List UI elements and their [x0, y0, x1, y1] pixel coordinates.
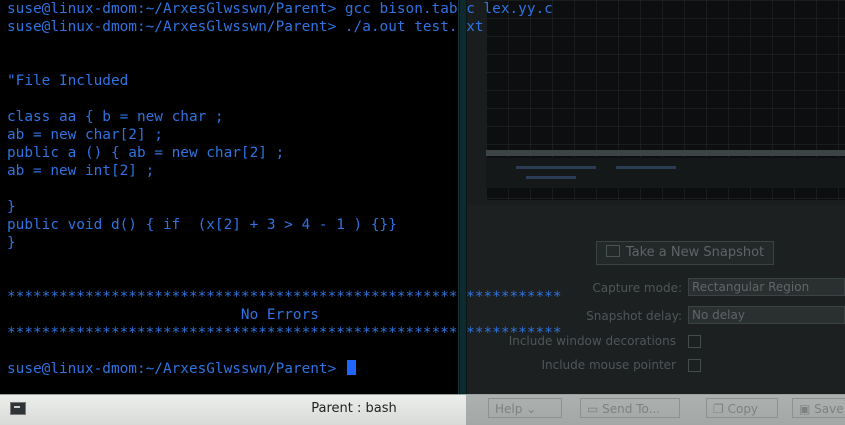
output-text: ****************************************… — [7, 325, 562, 341]
send-to-button[interactable]: ▭ Send To... — [580, 398, 680, 418]
output-text: public a () { ab = new char[2] ; — [7, 145, 285, 161]
terminal-line: public void d() { if (x[2] + 3 > 4 - 1 )… — [7, 216, 562, 234]
terminal-window[interactable]: suse@linux-dmom:~/ArxesGlwsswn/Parent> g… — [0, 0, 562, 394]
output-text: class aa { b = new char ; — [7, 109, 224, 125]
command-text: gcc bison.tab.c lex.yy.c — [336, 1, 553, 17]
scrollbar-thumb[interactable] — [460, 0, 466, 394]
output-text: public void d() { if (x[2] + 3 > 4 - 1 )… — [7, 217, 397, 233]
output-text: ab = new int[2] ; — [7, 163, 155, 179]
terminal-line: } — [7, 198, 562, 216]
terminal-line: suse@linux-dmom:~/ArxesGlwsswn/Parent> .… — [7, 18, 562, 36]
shell-prompt: suse@linux-dmom:~/ArxesGlwsswn/Parent> — [7, 1, 337, 17]
output-text: "File Included — [7, 73, 129, 89]
terminal-line: } — [7, 234, 562, 252]
copy-button[interactable]: ❐ Copy — [706, 398, 778, 418]
terminal-scrollbar[interactable] — [458, 0, 467, 394]
copy-icon: ❐ — [713, 402, 724, 416]
terminal-line: ab = new char[2] ; — [7, 126, 562, 144]
terminal-line: suse@linux-dmom:~/ArxesGlwsswn/Parent> g… — [7, 0, 562, 18]
take-new-snapshot-button[interactable]: Take a New Snapshot — [596, 241, 774, 265]
save-icon: ▣ — [799, 402, 811, 416]
taskbar: Parent : bash Help ⌄ ▭ Send To... ❐ Copy… — [0, 394, 845, 425]
include-pointer-checkbox[interactable] — [688, 359, 701, 372]
terminal-line: public a () { ab = new char[2] ; — [7, 144, 562, 162]
terminal-line: No Errors — [7, 306, 562, 324]
output-text: No Errors — [7, 307, 319, 323]
chevron-down-icon: ⌄ — [526, 402, 537, 416]
shell-prompt: suse@linux-dmom:~/ArxesGlwsswn/Parent> — [7, 361, 337, 377]
send-icon: ▭ — [587, 402, 599, 416]
output-text: ab = new char[2] ; — [7, 127, 163, 143]
help-button[interactable]: Help ⌄ — [488, 398, 562, 418]
terminal-line: ab = new int[2] ; — [7, 162, 562, 180]
terminal-line: "File Included — [7, 72, 562, 90]
terminal-line: ****************************************… — [7, 324, 562, 342]
output-text: ****************************************… — [7, 289, 562, 305]
command-text — [336, 361, 345, 377]
terminal-line: ****************************************… — [7, 288, 562, 306]
text-cursor — [346, 360, 356, 375]
camera-icon — [605, 245, 620, 257]
snapshot-button-bar: Help ⌄ ▭ Send To... ❐ Copy ▣ Save — [466, 395, 845, 425]
output-text: } — [7, 235, 16, 251]
include-decorations-checkbox[interactable] — [688, 335, 701, 348]
terminal-line: suse@linux-dmom:~/ArxesGlwsswn/Parent> — [7, 360, 562, 378]
shell-prompt: suse@linux-dmom:~/ArxesGlwsswn/Parent> — [7, 19, 337, 35]
capture-mode-select[interactable]: Rectangular Region — [688, 278, 845, 296]
output-text: } — [7, 199, 16, 215]
terminal-output: suse@linux-dmom:~/ArxesGlwsswn/Parent> g… — [7, 0, 562, 378]
terminal-line: class aa { b = new char ; — [7, 108, 562, 126]
snapshot-delay-spinbox[interactable]: No delay — [688, 306, 845, 324]
save-button[interactable]: ▣ Save — [792, 398, 845, 418]
